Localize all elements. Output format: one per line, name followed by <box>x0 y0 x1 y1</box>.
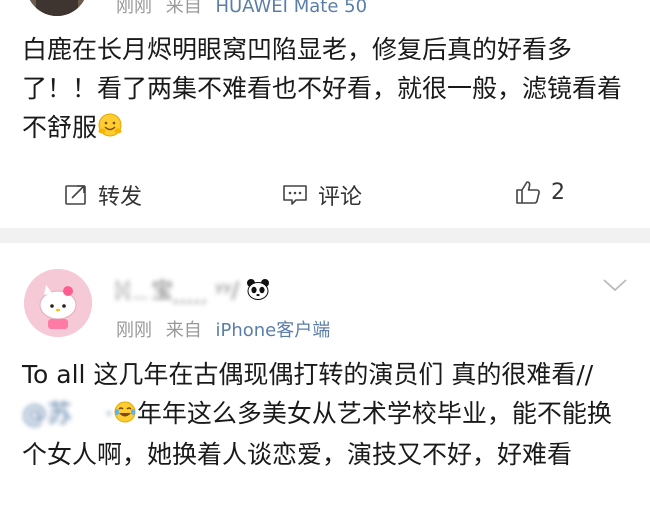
post-meta: 刚刚 来自 iPhone客户端 <box>116 316 330 342</box>
tears-of-joy-emoji-icon <box>113 396 137 435</box>
thumbs-up-icon <box>516 181 540 204</box>
like-count: 2 <box>551 179 565 205</box>
post-time: 刚刚 <box>116 320 152 341</box>
forward-button[interactable]: 转发 <box>64 179 142 211</box>
panda-emoji-icon <box>246 278 270 306</box>
avatar[interactable] <box>26 0 88 16</box>
post-separator <box>0 228 650 243</box>
source-prefix: 来自 <box>165 320 202 341</box>
post-source-device[interactable]: HUAWEI Mate 50 <box>215 0 367 17</box>
forward-label: 转发 <box>98 185 143 210</box>
username-obscured: ᛞ﹍宝 ̗ ̗ ̗ ̗ ̗ ʸʸ/ <box>116 279 239 304</box>
avatar-image-icon <box>26 0 88 16</box>
comment-icon <box>283 185 307 205</box>
chevron-down-icon[interactable] <box>602 277 628 297</box>
post-text: 白鹿在长月烬明眼窝凹陷显老，修复后真的好看多了！！看了两集不难看也不好看，就很一… <box>22 30 632 149</box>
comment-label: 评论 <box>318 185 363 210</box>
mention-link[interactable]: @苏 · <box>22 394 113 433</box>
like-button[interactable]: 2 <box>515 179 565 205</box>
hugging-face-emoji-icon <box>97 110 123 149</box>
hello-kitty-avatar-icon <box>24 269 92 337</box>
post-text: To all 这几年在古偶现偶打转的演员们 真的很难看//@苏 · 年年这么多美女… <box>22 355 632 474</box>
share-icon <box>65 185 86 205</box>
post-time: 刚刚 <box>116 0 152 17</box>
comment-button[interactable]: 评论 <box>282 179 362 211</box>
weibo-post-1: 刚刚 来自 HUAWEI Mate 50 白鹿在长月烬明眼窝凹陷显老，修复后真的… <box>0 0 650 228</box>
post-source-device[interactable]: iPhone客户端 <box>215 320 330 341</box>
avatar[interactable] <box>24 269 92 337</box>
source-prefix: 来自 <box>165 0 202 17</box>
weibo-post-2: ᛞ﹍宝 ̗ ̗ ̗ ̗ ̗ ʸʸ/ 刚刚 来自 iPhone客户端 To all… <box>0 243 650 510</box>
username[interactable]: ᛞ﹍宝 ̗ ̗ ̗ ̗ ̗ ʸʸ/ <box>116 273 270 306</box>
post-action-bar: 转发 评论 2 <box>0 175 650 215</box>
post-meta: 刚刚 来自 HUAWEI Mate 50 <box>116 0 367 18</box>
post-body-part1: To all 这几年在古偶现偶打转的演员们 真的很难看// <box>22 360 594 389</box>
